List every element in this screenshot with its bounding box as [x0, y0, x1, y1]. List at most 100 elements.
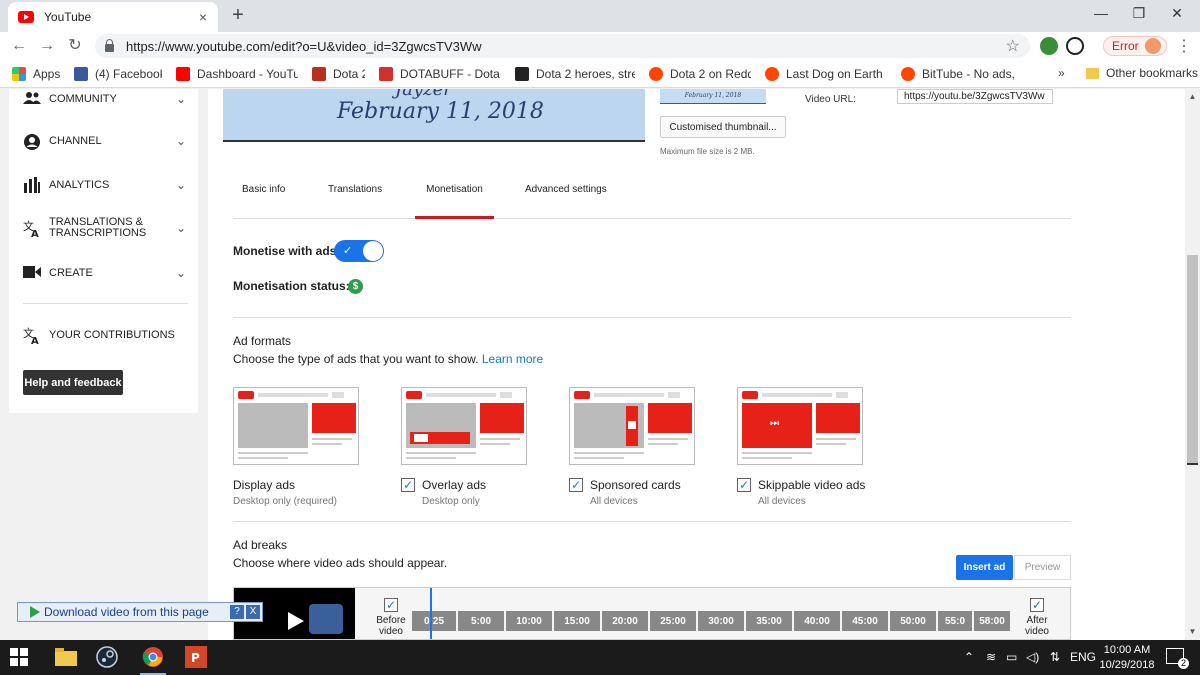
- reddit-icon: [765, 66, 779, 81]
- preview-button[interactable]: Preview: [1014, 555, 1071, 580]
- sidebar-item-channel[interactable]: CHANNEL ⌄: [23, 133, 188, 150]
- tray-expand-icon[interactable]: ⌃: [964, 650, 974, 664]
- language-indicator[interactable]: ENG: [1070, 650, 1096, 664]
- forward-button[interactable]: →: [36, 35, 58, 57]
- back-button[interactable]: ←: [8, 35, 30, 57]
- monetise-label: Monetise with ads: [233, 244, 337, 258]
- battery-icon[interactable]: ▭: [1006, 650, 1017, 664]
- skippable-ads-checkbox[interactable]: ✓: [737, 478, 751, 492]
- bookmark-star-icon[interactable]: ☆: [1006, 36, 1020, 56]
- windows-start-icon[interactable]: [10, 646, 34, 668]
- timeline-tick: 10:00: [506, 611, 552, 631]
- bookmark-dota2-heroes[interactable]: Dota 2 heroes, stream: [515, 66, 635, 81]
- bookmark-apps[interactable]: Apps: [12, 66, 60, 81]
- clock-time: 10:00 AM: [1103, 644, 1151, 656]
- window-close-button[interactable]: ✕: [1154, 0, 1200, 28]
- thumbnail-date: February 11, 2018: [337, 99, 544, 124]
- video-edit-panel: Jayzer February 11, 2018 February 11, 20…: [208, 89, 1185, 640]
- chrome-icon[interactable]: [140, 646, 166, 675]
- dotabuff-icon: [379, 66, 393, 81]
- tab-translations[interactable]: Translations: [328, 184, 382, 219]
- timeline-track[interactable]: 0:25 5:00 10:00 15:00 20:00 25:00 30:00 …: [412, 611, 1010, 633]
- sidebar-item-community[interactable]: COMMUNITY ⌄: [23, 91, 188, 107]
- folder-icon: [1086, 67, 1099, 79]
- close-icon[interactable]: X: [246, 605, 260, 619]
- bookmark-dota2[interactable]: Dota 2: [312, 66, 365, 81]
- before-video-option[interactable]: ✓ Before video: [374, 598, 408, 637]
- address-bar[interactable]: https://www.youtube.com/edit?o=U&video_i…: [95, 34, 1030, 58]
- extension-icon[interactable]: [1040, 37, 1058, 55]
- file-explorer-icon[interactable]: [55, 646, 79, 668]
- chevron-down-icon: ⌄: [175, 266, 186, 280]
- page-scrollbar[interactable]: ▲ ▼: [1185, 89, 1200, 640]
- bookmarks-bar: Apps (4) Facebook Dashboard - YouTube Do…: [0, 60, 1200, 88]
- wifi-icon[interactable]: ≋: [986, 650, 996, 664]
- overlay-ads-preview: [401, 387, 527, 465]
- overlay-ads-checkbox[interactable]: ✓: [401, 478, 415, 492]
- monetise-toggle[interactable]: ✓: [334, 240, 384, 262]
- section-divider: [233, 521, 1071, 522]
- ad-breaks-subtitle: Choose where video ads should appear.: [233, 556, 448, 570]
- reddit-icon: [901, 66, 915, 81]
- youtube-icon: [176, 66, 190, 81]
- new-tab-button[interactable]: +: [228, 4, 248, 26]
- download-video-bar[interactable]: Download video from this page ? X: [17, 602, 263, 622]
- chevron-down-icon: ⌄: [175, 92, 186, 106]
- powerpoint-icon[interactable]: P: [185, 646, 209, 668]
- channel-logo: [309, 604, 343, 634]
- taskbar-clock[interactable]: 10:00 AM 10/29/2018: [1098, 643, 1156, 673]
- sponsored-cards-checkbox[interactable]: ✓: [569, 478, 583, 492]
- reload-button[interactable]: ↻: [64, 35, 86, 57]
- sidebar-item-translations[interactable]: 文A TRANSLATIONS & TRANSCRIPTIONS ⌄: [23, 217, 188, 241]
- bookmark-facebook[interactable]: (4) Facebook: [74, 66, 162, 81]
- timeline-tick: 5:00: [458, 611, 504, 631]
- download-video-label[interactable]: Download video from this page: [44, 605, 230, 619]
- help-feedback-button[interactable]: Help and feedback: [23, 370, 123, 395]
- help-icon[interactable]: ?: [230, 605, 244, 619]
- video-url-field[interactable]: https://youtu.be/3ZgwcsTV3Ww: [897, 89, 1053, 104]
- youtube-logo-icon: [238, 391, 254, 399]
- learn-more-link[interactable]: Learn more: [482, 352, 543, 366]
- bookmark-youtube-dashboard[interactable]: Dashboard - YouTube: [176, 66, 298, 81]
- sidebar-item-contributions[interactable]: 文A YOUR CONTRIBUTIONS: [23, 326, 188, 347]
- facebook-icon: [74, 66, 88, 81]
- steam-icon[interactable]: [96, 646, 120, 668]
- tab-basic-info[interactable]: Basic info: [242, 184, 285, 219]
- scroll-up-icon[interactable]: ▲: [1185, 92, 1200, 101]
- sidebar-item-create[interactable]: CREATE ⌄: [23, 265, 188, 281]
- lock-icon: [105, 39, 114, 52]
- bookmark-last-dog[interactable]: Last Dog on Earth : B: [765, 66, 887, 81]
- timeline-tick: 45:00: [842, 611, 888, 631]
- browser-menu-icon[interactable]: ⋮: [1176, 36, 1192, 56]
- scrollbar-thumb[interactable]: [1187, 255, 1198, 465]
- other-bookmarks[interactable]: Other bookmarks: [1086, 66, 1198, 80]
- network-icon[interactable]: ⇅: [1050, 650, 1060, 664]
- thumbnail-option[interactable]: February 11, 2018: [660, 89, 766, 104]
- youtube-logo-icon: [574, 391, 590, 399]
- tab-advanced-settings[interactable]: Advanced settings: [525, 184, 607, 219]
- after-video-label: After video: [1025, 615, 1049, 637]
- avatar: [1144, 38, 1161, 54]
- timeline-playhead[interactable]: [430, 588, 432, 639]
- before-video-checkbox[interactable]: ✓: [384, 598, 398, 612]
- media-extension-icon[interactable]: [1066, 37, 1084, 55]
- volume-icon[interactable]: ◁): [1026, 650, 1039, 664]
- browser-tab-youtube[interactable]: YouTube ×: [8, 2, 218, 32]
- after-video-checkbox[interactable]: ✓: [1030, 598, 1044, 612]
- address-bar-url[interactable]: https://www.youtube.com/edit?o=U&video_i…: [126, 39, 1006, 54]
- clock-date: 10/29/2018: [1099, 659, 1155, 671]
- profile-error-button[interactable]: Error: [1103, 36, 1167, 56]
- tab-monetisation[interactable]: Monetisation: [415, 184, 494, 219]
- notifications-icon[interactable]: 2: [1166, 648, 1189, 669]
- after-video-option[interactable]: ✓ After video: [1020, 598, 1054, 637]
- bookmarks-overflow-button[interactable]: »: [1058, 66, 1065, 80]
- bookmark-bittube[interactable]: BitTube - No ads, alw: [901, 66, 1017, 81]
- bookmark-dotabuff[interactable]: DOTABUFF - Dota 2 S: [379, 66, 501, 81]
- bookmark-dota2-reddit[interactable]: Dota 2 on Reddit: [649, 66, 751, 81]
- ad-breaks-timeline: ✓ Before video 0:25 5:00 10:00 15:00 20:…: [233, 587, 1071, 640]
- scroll-down-icon[interactable]: ▼: [1185, 627, 1200, 636]
- tab-close-icon[interactable]: ×: [194, 9, 212, 25]
- custom-thumbnail-button[interactable]: Customised thumbnail...: [660, 116, 786, 138]
- sidebar-item-analytics[interactable]: ANALYTICS ⌄: [23, 177, 188, 193]
- insert-ad-button[interactable]: Insert ad: [956, 555, 1013, 580]
